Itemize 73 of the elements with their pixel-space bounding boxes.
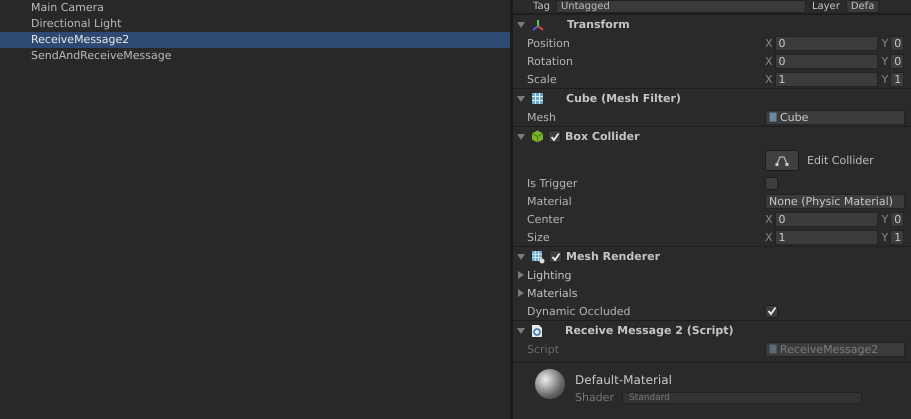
field-label: Script [527, 342, 560, 356]
number-field[interactable]: 1 [774, 72, 878, 86]
foldout-arrow-icon[interactable] [517, 132, 525, 140]
cube-icon [531, 130, 544, 143]
tag-dropdown[interactable]: Untagged [556, 0, 806, 13]
number-field[interactable]: 0 [774, 54, 878, 68]
material-name: Default-Material [575, 373, 673, 387]
field-label: Mesh [527, 110, 557, 124]
number-field[interactable]: 0 [890, 54, 904, 68]
layer-dropdown[interactable]: Defa [846, 0, 880, 13]
axis-label: X [765, 212, 773, 226]
axis-label: X [765, 54, 773, 68]
number-field[interactable]: 1 [890, 72, 904, 86]
component-title: Mesh Renderer [566, 250, 660, 263]
foldout-arrow-icon[interactable] [517, 20, 525, 28]
object-field[interactable]: Cube [765, 110, 905, 124]
axis-label: X [765, 230, 773, 244]
hierarchy-item[interactable]: ReceiveMessage2 [0, 32, 510, 48]
field-label: Is Trigger [527, 176, 578, 190]
component-title: Transform [567, 18, 630, 31]
asset-icon [769, 112, 777, 122]
axis-label: Y [882, 36, 888, 50]
component-title: Box Collider [565, 130, 640, 143]
edit-collider-button[interactable] [765, 150, 799, 170]
field-label: Center [527, 212, 566, 226]
foldout-arrow-icon[interactable] [517, 326, 525, 334]
foldout-arrow-icon[interactable] [517, 289, 525, 297]
number-field[interactable]: 0 [774, 36, 878, 50]
number-field[interactable]: 0 [890, 36, 904, 50]
mesh-renderer-icon [531, 250, 545, 264]
shader-label: Shader [575, 391, 614, 404]
checkbox[interactable] [765, 176, 778, 190]
asset-icon [769, 344, 777, 354]
foldout-arrow-icon[interactable] [517, 271, 525, 279]
edit-collider-label: Edit Collider [807, 154, 874, 166]
object-name: ReceiveMessage2 [780, 342, 878, 356]
field-label: Size [527, 230, 551, 244]
script-file-icon [531, 324, 543, 338]
layer-label: Layer [812, 1, 840, 12]
foldout-label[interactable]: Lighting [527, 268, 572, 282]
number-field[interactable]: 0 [774, 212, 878, 226]
foldout-arrow-icon[interactable] [517, 94, 525, 102]
field-label: Position [527, 36, 571, 50]
field-label: Scale [527, 72, 558, 86]
hierarchy-item[interactable]: SendAndReceiveMessage [0, 48, 510, 64]
number-field[interactable]: 0 [890, 212, 904, 226]
enabled-checkbox[interactable] [548, 130, 561, 143]
tag-label: Tag [533, 1, 550, 12]
component-title: Receive Message 2 (Script) [565, 324, 734, 337]
material-preview-sphere [535, 369, 565, 399]
foldout-arrow-icon[interactable] [517, 252, 525, 260]
hierarchy-item[interactable]: Main Camera [0, 0, 510, 16]
axis-gizmo-icon [531, 18, 545, 32]
mesh-grid-icon [531, 92, 544, 105]
field-label: Rotation [527, 54, 574, 68]
foldout-label[interactable]: Materials [527, 286, 578, 300]
axis-label: Y [882, 230, 888, 244]
hierarchy-item[interactable]: Directional Light [0, 16, 510, 32]
axis-label: X [765, 36, 773, 50]
enabled-checkbox[interactable] [549, 250, 562, 263]
axis-label: Y [882, 212, 888, 226]
number-field[interactable]: 1 [774, 230, 878, 244]
axis-label: Y [882, 54, 888, 68]
object-name: Cube [780, 110, 808, 124]
component-title: Cube (Mesh Filter) [566, 92, 681, 105]
edit-shape-icon [775, 154, 789, 166]
axis-label: Y [882, 72, 888, 86]
axis-label: X [765, 72, 773, 86]
field-label: Material [527, 194, 573, 208]
number-field[interactable]: 1 [890, 230, 904, 244]
material-field[interactable]: None (Physic Material) [765, 194, 905, 208]
field-label: Dynamic Occluded [527, 304, 632, 318]
checkbox[interactable] [765, 304, 778, 318]
